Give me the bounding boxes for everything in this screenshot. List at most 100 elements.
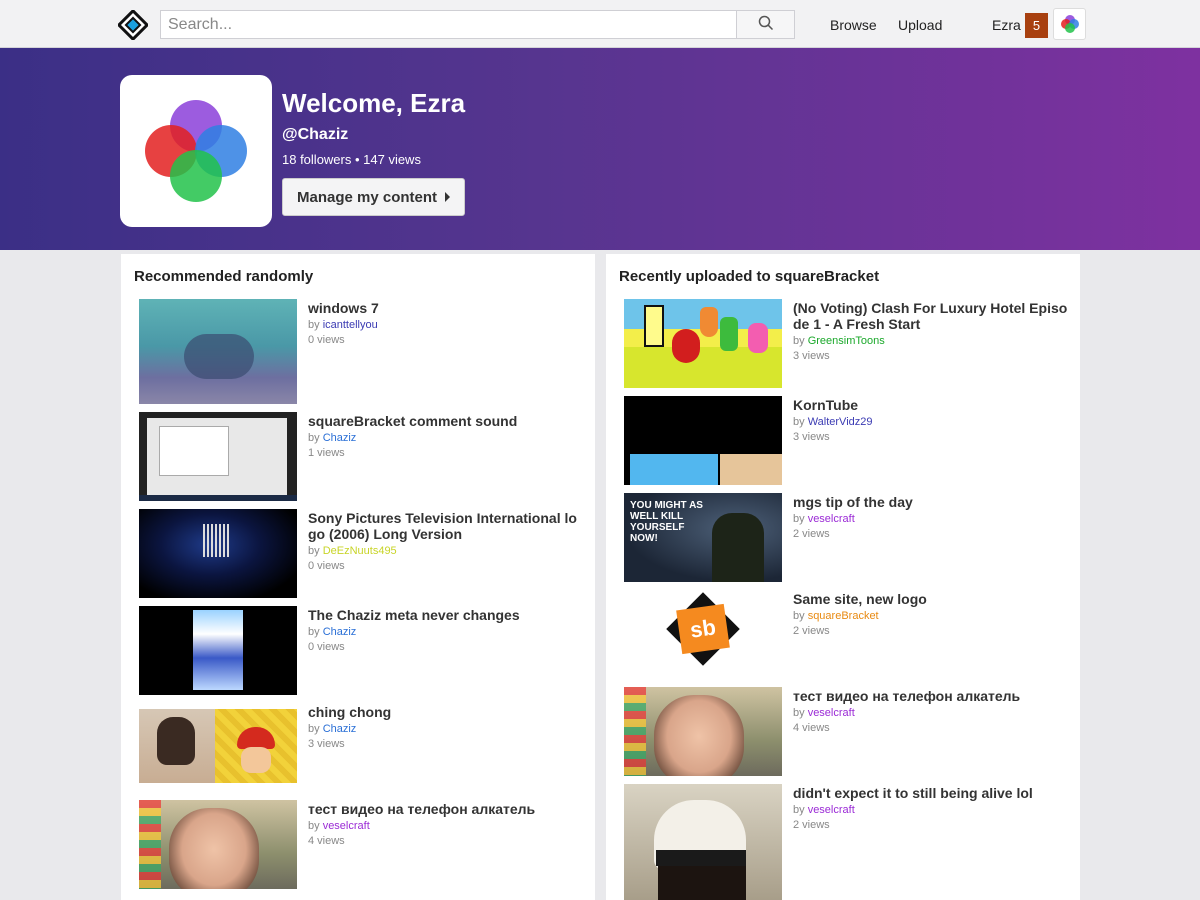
video-author-line: by DeEzNuuts495 bbox=[308, 545, 397, 557]
recommended-panel: Recommended randomly windows 7 by icantt… bbox=[121, 254, 595, 900]
video-item[interactable]: YOU MIGHT AS WELL KILL YOURSELF NOW! mgs… bbox=[624, 493, 1074, 582]
squarebracket-logo-icon: sb bbox=[676, 603, 730, 655]
video-item[interactable]: тест видео на телефон алкатель by veselc… bbox=[624, 687, 1074, 776]
video-author-link[interactable]: Chaziz bbox=[323, 723, 357, 735]
video-views: 3 views bbox=[793, 350, 830, 362]
search-icon bbox=[758, 15, 774, 34]
top-navbar: Browse Upload Ezra 5 bbox=[0, 0, 1200, 48]
video-author-line: by Chaziz bbox=[308, 432, 357, 444]
video-author-link[interactable]: DeEzNuuts495 bbox=[323, 545, 397, 557]
video-author-line: by GreensimToons bbox=[793, 335, 885, 347]
user-avatar[interactable] bbox=[1053, 8, 1086, 40]
video-views: 0 views bbox=[308, 560, 345, 572]
nav-browse-link[interactable]: Browse bbox=[830, 17, 877, 33]
video-list: windows 7 by icanttellyou 0 views square… bbox=[139, 299, 589, 897]
search-bar bbox=[160, 10, 795, 39]
video-author-link[interactable]: veselcraft bbox=[808, 804, 855, 816]
video-item[interactable]: ching chong by Chaziz 3 views bbox=[139, 703, 589, 792]
video-author-link[interactable]: veselcraft bbox=[808, 513, 855, 525]
video-item[interactable]: тест видео на телефон алкатель by veselc… bbox=[139, 800, 589, 889]
video-author-link[interactable]: veselcraft bbox=[808, 707, 855, 719]
video-views: 3 views bbox=[308, 738, 345, 750]
recent-uploads-panel: Recently uploaded to squareBracket (No V… bbox=[606, 254, 1080, 900]
video-author-line: by veselcraft bbox=[793, 804, 855, 816]
video-author-line: by squareBracket bbox=[793, 610, 879, 622]
video-thumbnail[interactable] bbox=[139, 703, 297, 792]
video-thumbnail[interactable] bbox=[624, 784, 782, 900]
video-author-link[interactable]: icanttellyou bbox=[323, 319, 378, 331]
site-logo-icon[interactable] bbox=[116, 8, 150, 42]
video-title[interactable]: squareBracket comment sound bbox=[308, 413, 583, 429]
search-button[interactable] bbox=[736, 11, 794, 38]
video-author-line: by Chaziz bbox=[308, 723, 357, 735]
video-author-link[interactable]: GreensimToons bbox=[808, 335, 885, 347]
video-item[interactable]: KornTube by WalterVidz29 3 views bbox=[624, 396, 1074, 485]
video-title[interactable]: Sony Pictures Television International l… bbox=[308, 510, 583, 542]
user-handle[interactable]: @Chaziz bbox=[282, 126, 348, 144]
video-author-line: by Chaziz bbox=[308, 626, 357, 638]
video-author-link[interactable]: veselcraft bbox=[323, 820, 370, 832]
avatar-circles-icon bbox=[145, 100, 247, 202]
caret-right-icon bbox=[445, 192, 451, 202]
avatar-circles-icon bbox=[1060, 15, 1079, 33]
video-views: 2 views bbox=[793, 819, 830, 831]
video-author-link[interactable]: Chaziz bbox=[323, 626, 357, 638]
video-title[interactable]: mgs tip of the day bbox=[793, 494, 1068, 510]
video-author-line: by icanttellyou bbox=[308, 319, 378, 331]
user-name[interactable]: Ezra bbox=[992, 17, 1021, 33]
video-thumbnail[interactable] bbox=[139, 800, 297, 889]
video-thumbnail[interactable] bbox=[139, 606, 297, 695]
video-item[interactable]: sb Same site, new logo by squareBracket … bbox=[624, 590, 1074, 679]
video-thumbnail[interactable] bbox=[139, 509, 297, 598]
video-author-line: by WalterVidz29 bbox=[793, 416, 873, 428]
profile-hero: Welcome, Ezra @Chaziz 18 followers • 147… bbox=[0, 48, 1200, 250]
video-title[interactable]: тест видео на телефон алкатель bbox=[308, 801, 583, 817]
video-title[interactable]: didn't expect it to still being alive lo… bbox=[793, 785, 1068, 801]
video-views: 0 views bbox=[308, 334, 345, 346]
video-author-link[interactable]: squareBracket bbox=[808, 610, 879, 622]
video-title[interactable]: KornTube bbox=[793, 397, 1068, 413]
video-thumbnail[interactable] bbox=[139, 412, 297, 501]
thumbnail-text: YOU MIGHT AS WELL KILL YOURSELF NOW! bbox=[630, 500, 703, 544]
video-author-line: by veselcraft bbox=[793, 707, 855, 719]
panel-title: Recommended randomly bbox=[134, 268, 314, 285]
welcome-title: Welcome, Ezra bbox=[282, 88, 466, 118]
video-title[interactable]: The Chaziz meta never changes bbox=[308, 607, 583, 623]
manage-content-button[interactable]: Manage my content bbox=[282, 178, 465, 216]
video-thumbnail[interactable] bbox=[624, 396, 782, 485]
video-author-link[interactable]: Chaziz bbox=[323, 432, 357, 444]
video-title[interactable]: Same site, new logo bbox=[793, 591, 1068, 607]
profile-stats: 18 followers • 147 views bbox=[282, 152, 421, 167]
video-title[interactable]: windows 7 bbox=[308, 300, 583, 316]
video-views: 4 views bbox=[793, 722, 830, 734]
panel-title: Recently uploaded to squareBracket bbox=[619, 268, 880, 285]
video-title[interactable]: ching chong bbox=[308, 704, 583, 720]
notification-badge[interactable]: 5 bbox=[1025, 13, 1048, 38]
video-views: 2 views bbox=[793, 528, 830, 540]
video-views: 1 views bbox=[308, 447, 345, 459]
video-item[interactable]: The Chaziz meta never changes by Chaziz … bbox=[139, 606, 589, 695]
video-thumbnail[interactable] bbox=[624, 299, 782, 388]
video-author-link[interactable]: WalterVidz29 bbox=[808, 416, 873, 428]
video-item[interactable]: squareBracket comment sound by Chaziz 1 … bbox=[139, 412, 589, 501]
video-list: (No Voting) Clash For Luxury Hotel Episo… bbox=[624, 299, 1074, 900]
video-views: 4 views bbox=[308, 835, 345, 847]
video-thumbnail[interactable] bbox=[624, 687, 782, 776]
video-item[interactable]: (No Voting) Clash For Luxury Hotel Episo… bbox=[624, 299, 1074, 388]
manage-content-label: Manage my content bbox=[297, 188, 438, 206]
video-item[interactable]: Sony Pictures Television International l… bbox=[139, 509, 589, 598]
video-views: 2 views bbox=[793, 625, 830, 637]
video-thumbnail[interactable]: YOU MIGHT AS WELL KILL YOURSELF NOW! bbox=[624, 493, 782, 582]
video-views: 3 views bbox=[793, 431, 830, 443]
video-item[interactable]: didn't expect it to still being alive lo… bbox=[624, 784, 1074, 900]
video-thumbnail[interactable]: sb bbox=[624, 590, 782, 679]
video-author-line: by veselcraft bbox=[308, 820, 370, 832]
video-item[interactable]: windows 7 by icanttellyou 0 views bbox=[139, 299, 589, 404]
search-input[interactable] bbox=[161, 11, 736, 38]
profile-avatar[interactable] bbox=[120, 75, 272, 227]
video-title[interactable]: (No Voting) Clash For Luxury Hotel Episo… bbox=[793, 300, 1068, 332]
video-views: 0 views bbox=[308, 641, 345, 653]
nav-upload-link[interactable]: Upload bbox=[898, 17, 942, 33]
video-title[interactable]: тест видео на телефон алкатель bbox=[793, 688, 1068, 704]
video-thumbnail[interactable] bbox=[139, 299, 297, 404]
